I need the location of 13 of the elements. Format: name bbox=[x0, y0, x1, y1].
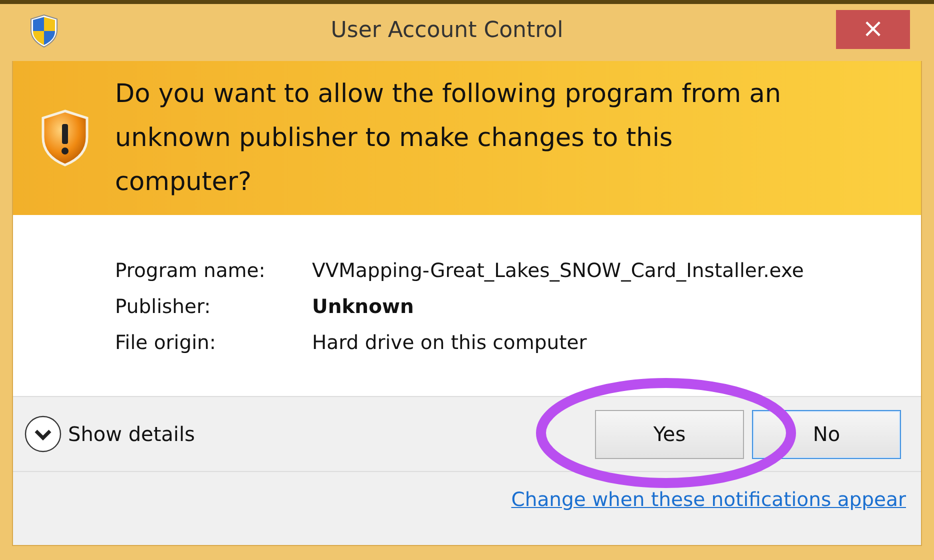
detail-label: File origin: bbox=[115, 330, 217, 356]
notification-settings-link[interactable]: Change when these notifications appear bbox=[511, 488, 906, 511]
detail-label: Publisher: bbox=[115, 294, 212, 320]
window-title: User Account Control bbox=[330, 18, 564, 43]
detail-value: Hard drive on this computer bbox=[312, 330, 588, 356]
dialog-button[interactable]: Yes bbox=[595, 410, 744, 458]
dialog-button[interactable]: No bbox=[752, 410, 901, 458]
close-button[interactable]: × bbox=[836, 10, 910, 49]
detail-value: Unknown bbox=[312, 294, 415, 320]
detail-value: VVMapping-Great_Lakes_SNOW_Card_Installer.exe bbox=[312, 258, 805, 284]
prompt-question: Do you want to allow the following program from an unknown publisher to make changes to this computer? bbox=[115, 78, 782, 199]
detail-label: Program name: bbox=[115, 258, 266, 284]
show-details-toggle[interactable]: Show details bbox=[24, 415, 195, 453]
